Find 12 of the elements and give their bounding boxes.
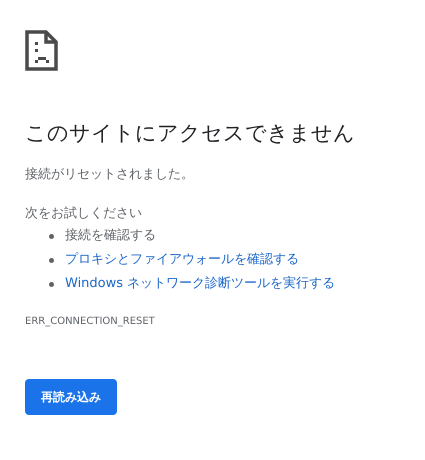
suggestion-text: 接続を確認する [65,227,156,246]
bullet-icon [49,234,54,238]
bullet-icon [49,282,54,286]
error-message: 接続がリセットされました。 [25,166,194,184]
suggestions-heading: 次をお試しください [25,205,142,223]
reload-button[interactable]: 再読み込み [25,379,117,415]
suggestion-link[interactable]: プロキシとファイアウォールを確認する [65,250,299,270]
error-heading: このサイトにアクセスできません [25,120,355,147]
bullet-icon [49,258,54,262]
sad-page-icon [25,30,58,71]
suggestion-link[interactable]: Windows ネットワーク診断ツールを実行する [65,274,336,294]
error-code: ERR_CONNECTION_RESET [25,315,155,329]
